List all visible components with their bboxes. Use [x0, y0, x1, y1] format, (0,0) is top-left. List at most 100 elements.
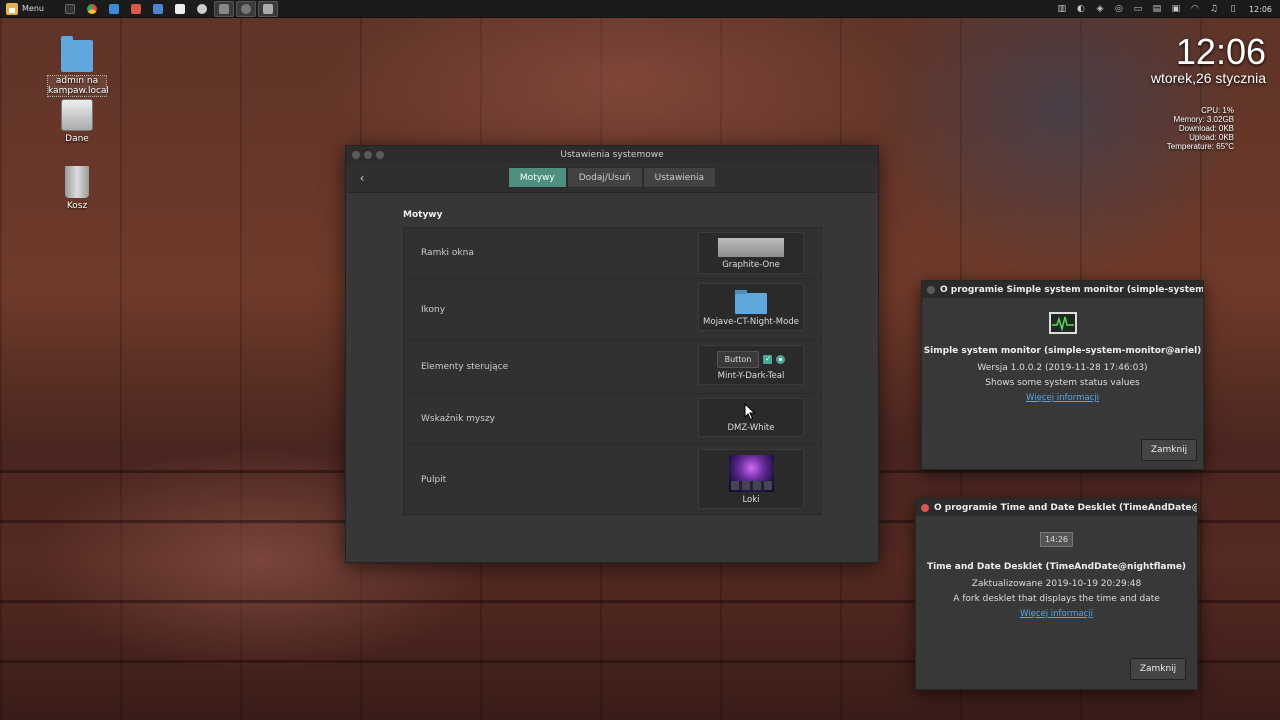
battery-icon[interactable]: ▯	[1228, 4, 1238, 14]
controls-theme-button[interactable]: Button ✓ Mint-Y-Dark-Teal	[698, 345, 804, 385]
theme-row-label: Ramki okna	[421, 248, 474, 258]
network-folder-icon	[61, 36, 93, 72]
theme-row-controls: Elementy sterujące Button ✓ Mint-Y-Dark-…	[404, 341, 821, 394]
close-button[interactable]: Zamknij	[1141, 439, 1197, 461]
dialog-titlebar[interactable]: O programie Time and Date Desklet (TimeA…	[916, 499, 1197, 516]
chevron-left-icon: ‹	[359, 171, 365, 185]
panel-launchers	[60, 0, 278, 17]
system-monitor-desklet: CPU: 1% Memory: 3.02GB Download: 0KB Upl…	[1167, 106, 1234, 151]
trash-desktop-icon[interactable]: Kosz	[47, 166, 107, 211]
panel-clock[interactable]: 12:06	[1249, 5, 1272, 14]
top-panel: Menu ▥ ◐ ◈ ◎ ▭ ▤ ▣ ◠ ♫ ▯ 12:06	[0, 0, 1280, 18]
about-monitor-dialog: O programie Simple system monitor (simpl…	[921, 280, 1204, 470]
dialog-icon-wrap: 14:26	[916, 532, 1197, 547]
theme-row-cursor: Wskaźnik myszy DMZ-White	[404, 394, 821, 445]
close-icon[interactable]	[921, 503, 929, 512]
back-button[interactable]: ‹	[354, 170, 370, 186]
window-borders-theme-button[interactable]: Graphite-One	[698, 232, 804, 274]
files-icon[interactable]	[104, 1, 124, 17]
dialog-updated: Zaktualizowane 2019-10-19 20:29:48	[971, 579, 1142, 589]
close-button[interactable]: Zamknij	[1130, 658, 1186, 680]
settings-window: Ustawienia systemowe ‹ Motywy Dodaj/Usuń…	[345, 145, 879, 563]
display-icon[interactable]: ▣	[1171, 4, 1181, 14]
dialog-title: O programie Simple system monitor (simpl…	[940, 284, 1203, 295]
network-share-desktop-icon[interactable]: admin na kampaw.local	[47, 36, 109, 97]
clock-desklet: 12:06 wtorek,26 stycznia	[1150, 31, 1266, 87]
printer-icon[interactable]: ▤	[1152, 4, 1162, 14]
cpu-readout: CPU: 1%	[1201, 106, 1234, 115]
system-tray: ▥ ◐ ◈ ◎ ▭ ▤ ▣ ◠ ♫ ▯ 12:06	[1057, 0, 1272, 18]
checkbox-checked-icon: ✓	[763, 355, 773, 364]
desklet-time: 12:06	[1175, 31, 1266, 72]
system-monitor-icon	[1048, 312, 1077, 334]
menu-label: Menu	[22, 4, 44, 13]
evernote-icon[interactable]: ◐	[1076, 4, 1086, 14]
chrome-icon[interactable]	[82, 1, 102, 17]
drive-icon	[61, 99, 93, 131]
trash-bin-icon	[65, 166, 89, 198]
dialog-app-name: Time and Date Desklet (TimeAndDate@night…	[926, 562, 1187, 572]
menu-icon	[6, 2, 18, 15]
folder-icon	[735, 290, 767, 314]
window-title: Ustawienia systemowe	[560, 149, 664, 160]
dialog-icon-wrap	[922, 312, 1203, 334]
network-icon[interactable]: ◠	[1190, 4, 1200, 14]
music-icon[interactable]: ♫	[1209, 4, 1219, 14]
about-time-dialog: O programie Time and Date Desklet (TimeA…	[915, 498, 1198, 690]
preview-button: Button	[716, 351, 760, 368]
trash-icon[interactable]: ▥	[1057, 4, 1067, 14]
close-icon[interactable]	[927, 285, 935, 294]
task-window-icon[interactable]	[213, 0, 234, 17]
text-editor-icon[interactable]	[170, 1, 190, 17]
more-info-link[interactable]: Więcej informacji	[916, 609, 1197, 619]
settings-window-icon[interactable]	[257, 0, 278, 17]
section-title: Motywy	[403, 210, 443, 220]
theme-row-label: Pulpit	[421, 474, 447, 485]
clock-icon: 14:26	[1039, 532, 1074, 547]
dialog-title: O programie Time and Date Desklet (TimeA…	[934, 502, 1197, 513]
theme-list: Ramki okna Graphite-One Ikony Mojave-CT-…	[403, 227, 822, 515]
menu-button[interactable]: Menu	[0, 0, 50, 18]
radio-selected-icon	[776, 355, 786, 364]
shield-icon[interactable]: ◈	[1095, 4, 1105, 14]
dialog-app-name: Simple system monitor (simple-system-mon…	[923, 346, 1202, 356]
more-info-link[interactable]: Więcej informacji	[922, 393, 1203, 403]
desktop-icon-label: Kosz	[66, 201, 88, 211]
dialog-titlebar[interactable]: O programie Simple system monitor (simpl…	[922, 281, 1203, 298]
controls-preview: Button ✓	[699, 351, 803, 368]
theme-row-icons: Ikony Mojave-CT-Night-Mode	[404, 279, 821, 341]
keyboard-icon[interactable]: ▭	[1133, 4, 1143, 14]
tab-dodaj-usun[interactable]: Dodaj/Usuń	[566, 167, 643, 188]
theme-row-window-borders: Ramki okna Graphite-One	[404, 228, 821, 279]
dialog-version: Wersja 1.0.0.2 (2019-11-28 17:46:03)	[977, 363, 1148, 373]
upload-readout: Upload: 0KB	[1189, 133, 1234, 142]
desktop-icon-label: admin na kampaw.local	[47, 75, 109, 97]
dialog-description: Shows some system status values	[985, 378, 1140, 388]
theme-row-label: Ikony	[421, 304, 446, 315]
dane-drive-desktop-icon[interactable]: Dane	[47, 99, 107, 144]
window-titlebar[interactable]: Ustawienia systemowe	[346, 146, 878, 163]
theme-row-desktop: Pulpit Loki	[404, 445, 821, 514]
window-toolbar: ‹ Motywy Dodaj/Usuń Ustawienia	[346, 163, 878, 193]
desklet-date: wtorek,26 stycznia	[1150, 70, 1266, 86]
terminal-icon[interactable]	[60, 1, 80, 17]
tab-bar: Motywy Dodaj/Usuń Ustawienia	[507, 167, 717, 188]
pointer-app-icon[interactable]	[192, 1, 212, 17]
icons-theme-button[interactable]: Mojave-CT-Night-Mode	[698, 283, 804, 331]
theme-row-label: Wskaźnik myszy	[421, 414, 495, 424]
mouse-pointer-icon	[744, 403, 756, 421]
desktop-theme-button[interactable]: Loki	[698, 449, 804, 509]
tab-motywy[interactable]: Motywy	[507, 167, 567, 188]
update-icon[interactable]: ◎	[1114, 4, 1124, 14]
desktop-icon-label: Dane	[65, 134, 89, 144]
desktop-preview	[728, 455, 774, 492]
dialog-description: A fork desklet that displays the time an…	[953, 594, 1160, 604]
memory-readout: Memory: 3.02GB	[1173, 115, 1234, 124]
mail-icon[interactable]	[148, 1, 168, 17]
tab-ustawienia[interactable]: Ustawienia	[642, 167, 717, 188]
camera-window-icon[interactable]	[235, 0, 256, 17]
image-viewer-icon[interactable]	[126, 1, 146, 17]
download-readout: Download: 0KB	[1178, 124, 1234, 133]
temperature-readout: Temperature: 65°C	[1166, 142, 1234, 151]
theme-row-label: Elementy sterujące	[421, 362, 509, 372]
